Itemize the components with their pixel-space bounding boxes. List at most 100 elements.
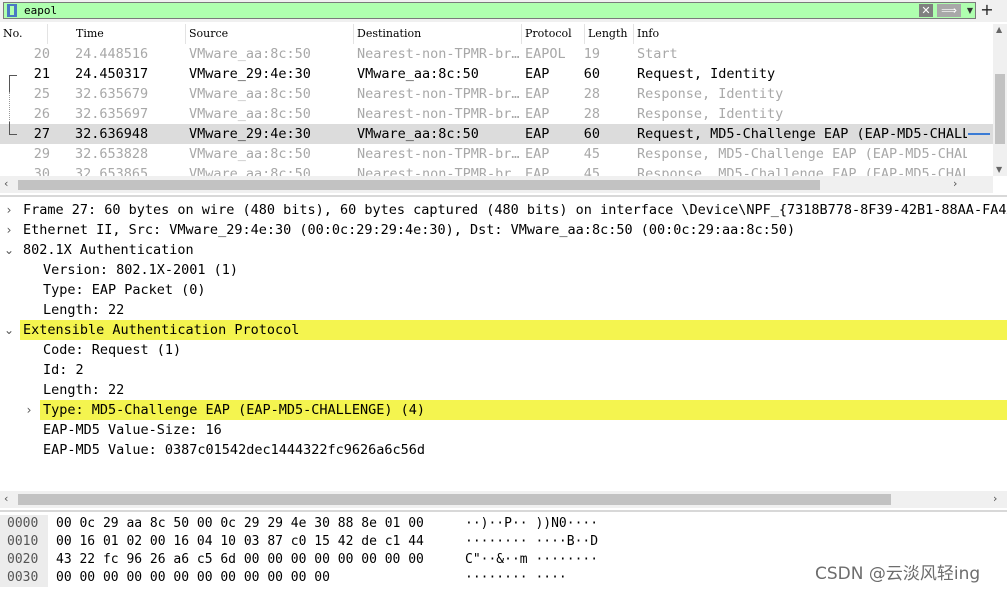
byte-offset: 0010	[0, 533, 48, 551]
column-header-time[interactable]: Time	[73, 24, 186, 44]
bytes-row[interactable]: 0000 00 0c 29 aa 8c 50 00 0c 29 29 4e 30 …	[0, 515, 1007, 533]
byte-ascii: C"··&··m ········	[465, 552, 599, 567]
packet-cell-source: VMware_aa:8c:50	[189, 86, 311, 102]
display-filter-input[interactable]: eapol ✕ ⟹ ▼	[3, 2, 976, 19]
packet-row[interactable]: 21 24.450317 VMware_29:4e:30 VMware_aa:8c:5…	[0, 64, 993, 84]
packet-cell-destination: Nearest-non-TPMR-br…	[357, 86, 520, 102]
byte-hex: 43 22 fc 96 26 a6 c5 6d 00 00 00 00 00 0…	[56, 552, 424, 567]
packet-cell-time: 32.635697	[75, 106, 149, 122]
detail-tree-item[interactable]: Length: 22	[0, 380, 1007, 400]
detail-tree-item[interactable]: EAP-MD5 Value: 0387c01542dec1444322fc962…	[0, 440, 1007, 460]
scroll-up-icon[interactable]: ▲	[996, 25, 1002, 34]
bookmark-icon[interactable]	[7, 4, 17, 17]
detail-tree-item[interactable]: Length: 22	[0, 300, 1007, 320]
details-horizontal-scrollbar[interactable]: ‹ ›	[0, 491, 1007, 508]
detail-tree-item[interactable]: Version: 802.1X-2001 (1)	[0, 260, 1007, 280]
chevron-down-icon[interactable]: ▼	[964, 4, 976, 17]
detail-tree-item[interactable]: ⌄ 802.1X Authentication	[0, 240, 1007, 260]
packet-list[interactable]: No. Time Source Destination Protocol Len…	[0, 24, 993, 176]
expand-arrow-icon[interactable]: ›	[23, 400, 35, 420]
scrollbar-thumb[interactable]	[18, 180, 820, 190]
packet-cell-length: 28	[583, 86, 600, 102]
scroll-left-icon[interactable]: ‹	[4, 177, 8, 190]
packet-cell-info: Response, MD5-Challenge EAP (EAP-MD5-CHA…	[637, 166, 967, 176]
collapse-arrow-icon[interactable]: ⌄	[3, 320, 15, 340]
packet-cell-destination: Nearest-non-TPMR-br…	[357, 46, 520, 62]
pane-divider[interactable]	[0, 195, 1007, 197]
related-bracket-top	[9, 75, 17, 76]
detail-tree-item[interactable]: › Ethernet II, Src: VMware_29:4e:30 (00:0…	[0, 220, 1007, 240]
packet-cell-info: Response, Identity	[637, 86, 784, 102]
column-header-protocol[interactable]: Protocol	[522, 24, 585, 44]
packet-cell-no: 21	[33, 66, 50, 82]
packet-row[interactable]: 25 32.635679 VMware_aa:8c:50 Nearest-non-TP…	[0, 84, 993, 104]
scroll-right-icon[interactable]: ›	[993, 492, 997, 505]
packet-cell-length: 60	[583, 66, 600, 82]
detail-tree-item[interactable]: ⌄ Extensible Authentication Protocol	[0, 320, 1007, 340]
packet-cell-length: 45	[583, 146, 600, 162]
scrollbar-thumb[interactable]	[18, 494, 891, 505]
expand-arrow-icon[interactable]: ›	[3, 220, 15, 240]
packet-list-horizontal-scrollbar[interactable]: ‹ ›	[0, 176, 993, 193]
packet-row[interactable]: 29 32.653828 VMware_aa:8c:50 Nearest-non-TP…	[0, 144, 993, 164]
packet-cell-destination: Nearest-non-TPMR-br…	[357, 166, 520, 176]
column-header-source[interactable]: Source	[186, 24, 354, 44]
scrollbar-thumb[interactable]	[995, 74, 1005, 144]
detail-tree-item[interactable]: › Type: MD5-Challenge EAP (EAP-MD5-CHALLE…	[0, 400, 1007, 420]
detail-text: Length: 22	[43, 382, 125, 398]
packet-list-vertical-scrollbar[interactable]: ▲ ▼	[993, 24, 1007, 176]
column-header-no[interactable]: No.	[0, 24, 48, 44]
packet-cell-time: 24.448516	[75, 46, 149, 62]
related-bracket-line-bottom	[9, 122, 10, 134]
packet-cell-time: 32.653865	[75, 166, 149, 176]
packet-cell-destination: Nearest-non-TPMR-br…	[357, 146, 520, 162]
pane-divider[interactable]	[0, 510, 1007, 512]
packet-cell-length: 19	[583, 46, 600, 62]
packet-cell-source: VMware_29:4e:30	[189, 66, 311, 82]
column-header-length[interactable]: Length	[585, 24, 634, 44]
detail-tree-item[interactable]: EAP-MD5 Value-Size: 16	[0, 420, 1007, 440]
byte-offset: 0000	[0, 515, 48, 533]
byte-hex: 00 16 01 02 00 16 04 10 03 87 c0 15 42 d…	[56, 534, 424, 549]
byte-offset: 0020	[0, 551, 48, 569]
packet-row[interactable]: 30 32.653865 VMware_aa:8c:50 Nearest-non-TP…	[0, 164, 993, 176]
packet-cell-no: 29	[33, 146, 50, 162]
bytes-row[interactable]: 0010 00 16 01 02 00 16 04 10 03 87 c0 15 …	[0, 533, 1007, 551]
packet-cell-source: VMware_aa:8c:50	[189, 166, 311, 176]
packet-details-tree[interactable]: › Frame 27: 60 bytes on wire (480 bits), …	[0, 200, 1007, 490]
packet-cell-source: VMware_aa:8c:50	[189, 146, 311, 162]
clear-filter-icon[interactable]: ✕	[919, 4, 933, 17]
scroll-down-icon[interactable]: ▼	[996, 165, 1002, 174]
packet-cell-info: Request, MD5-Challenge EAP (EAP-MD5-CHAL…	[637, 126, 967, 142]
related-bracket-line	[9, 75, 10, 92]
filter-text[interactable]: eapol	[24, 4, 57, 18]
add-filter-button[interactable]: +	[979, 0, 995, 20]
packet-row[interactable]: 27 32.636948 VMware_29:4e:30 VMware_aa:8c:5…	[0, 124, 993, 144]
byte-ascii: ········ ····B··D	[465, 534, 599, 549]
detail-tree-item[interactable]: Id: 2	[0, 360, 1007, 380]
apply-filter-icon[interactable]: ⟹	[937, 4, 961, 17]
detail-tree-item[interactable]: › Frame 27: 60 bytes on wire (480 bits), …	[0, 200, 1007, 220]
column-header-destination[interactable]: Destination	[354, 24, 522, 44]
packet-cell-length: 28	[583, 106, 600, 122]
detail-tree-item[interactable]: Code: Request (1)	[0, 340, 1007, 360]
column-header-info[interactable]: Info	[634, 24, 993, 44]
collapse-arrow-icon[interactable]: ⌄	[3, 240, 15, 260]
scroll-right-icon[interactable]: ›	[953, 177, 957, 190]
expand-arrow-icon[interactable]: ›	[3, 200, 15, 220]
packet-cell-time: 32.635679	[75, 86, 149, 102]
packet-cell-source: VMware_aa:8c:50	[189, 46, 311, 62]
packet-cell-no: 26	[33, 106, 50, 122]
packet-row[interactable]: 20 24.448516 VMware_aa:8c:50 Nearest-non-TP…	[0, 44, 993, 64]
packet-cell-destination: Nearest-non-TPMR-br…	[357, 106, 520, 122]
related-bracket-bottom	[9, 134, 17, 135]
detail-text: Id: 2	[43, 362, 84, 378]
detail-tree-item[interactable]: Type: EAP Packet (0)	[0, 280, 1007, 300]
packet-row[interactable]: 26 32.635697 VMware_aa:8c:50 Nearest-non-TP…	[0, 104, 993, 124]
detail-text: Type: EAP Packet (0)	[43, 282, 206, 298]
detail-text: Version: 802.1X-2001 (1)	[43, 262, 239, 278]
packet-cell-time: 32.636948	[75, 126, 149, 142]
scroll-left-icon[interactable]: ‹	[4, 492, 8, 505]
byte-ascii: ··)··P·· ))N0····	[465, 516, 599, 531]
detail-text: Frame 27: 60 bytes on wire (480 bits), 6…	[23, 202, 1007, 218]
